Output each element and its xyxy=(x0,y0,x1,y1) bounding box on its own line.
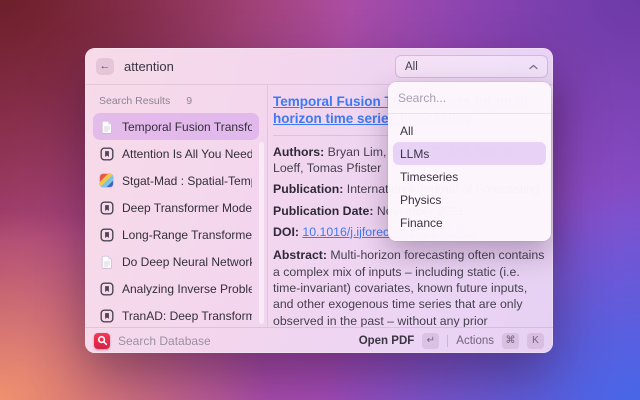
filter-dropdown-trigger[interactable]: All xyxy=(395,55,548,78)
return-key-badge: ↵ xyxy=(422,333,439,349)
result-item[interactable]: Deep Transformer Models for Ti... xyxy=(93,194,259,221)
back-button[interactable]: ← xyxy=(96,58,114,75)
result-item[interactable]: Temporal Fusion Transformers f... xyxy=(93,113,259,140)
back-arrow-icon: ← xyxy=(100,60,111,72)
result-item[interactable]: Stgat-Mad : Spatial-Temporal Gr... xyxy=(93,167,259,194)
result-item[interactable]: Long-Range Transformers for D... xyxy=(93,221,259,248)
filter-search-input[interactable] xyxy=(388,82,551,114)
search-query-text: attention xyxy=(124,59,174,74)
result-item[interactable]: Do Deep Neural Networks Contr... xyxy=(93,248,259,275)
result-item[interactable]: Analyzing Inverse Problems with... xyxy=(93,275,259,302)
bookmark-icon xyxy=(100,201,114,215)
publication-date-label: Publication Date: xyxy=(273,204,373,218)
filter-dropdown-panel: AllLLMsTimeseriesPhysicsFinanceAnomaly xyxy=(388,82,551,241)
filter-option-finance[interactable]: Finance xyxy=(393,211,546,234)
chevron-up-icon xyxy=(529,64,538,70)
abstract-row: Abstract: Multi-horizon forecasting ofte… xyxy=(273,247,545,327)
filter-option-anomaly[interactable]: Anomaly xyxy=(393,234,546,241)
publication-label: Publication: xyxy=(273,182,343,196)
document-icon xyxy=(100,120,114,134)
results-section-header: Search Results 9 xyxy=(93,90,259,113)
result-item-title: TranAD: Deep Transformer Net... xyxy=(122,309,252,323)
result-item-title: Deep Transformer Models for Ti... xyxy=(122,201,252,215)
bookmark-icon xyxy=(100,282,114,296)
search-database-input[interactable] xyxy=(118,334,351,348)
result-item[interactable]: TranAD: Deep Transformer Net... xyxy=(93,302,259,327)
search-app-icon xyxy=(94,333,110,349)
result-item-title: Stgat-Mad : Spatial-Temporal Gr... xyxy=(122,174,252,188)
filter-option-llms[interactable]: LLMs xyxy=(393,142,546,165)
cmd-key-badge: ⌘ xyxy=(502,333,519,349)
result-item-title: Analyzing Inverse Problems with... xyxy=(122,282,252,296)
thumbnail-icon xyxy=(100,174,113,187)
k-key-badge: K xyxy=(527,333,544,349)
authors-label: Authors: xyxy=(273,145,324,159)
result-item-title: Temporal Fusion Transformers f... xyxy=(122,120,252,134)
magnifier-icon xyxy=(97,335,108,346)
filter-option-all[interactable]: All xyxy=(393,119,546,142)
footer-divider xyxy=(447,335,448,347)
doi-label: DOI: xyxy=(273,225,299,239)
command-bar: Open PDF ↵ Actions ⌘ K xyxy=(85,327,553,353)
results-count: 9 xyxy=(186,95,192,107)
result-item[interactable]: Attention Is All You Need xyxy=(93,140,259,167)
document-icon xyxy=(100,255,114,269)
bookmark-icon xyxy=(100,147,114,161)
result-item-title: Long-Range Transformers for D... xyxy=(122,228,252,242)
filter-option-physics[interactable]: Physics xyxy=(393,188,546,211)
window-header: ← attention All xyxy=(85,48,553,85)
result-item-title: Attention Is All You Need xyxy=(122,147,252,161)
bookmark-icon xyxy=(100,228,114,242)
open-pdf-action[interactable]: Open PDF xyxy=(359,335,415,347)
filter-options-list: AllLLMsTimeseriesPhysicsFinanceAnomaly xyxy=(388,114,551,241)
launcher-window: ← attention All Search Results 9 Tempora… xyxy=(85,48,553,353)
results-section-label: Search Results xyxy=(99,95,170,107)
bookmark-icon xyxy=(100,309,114,323)
results-panel: Search Results 9 Temporal Fusion Transfo… xyxy=(85,85,268,327)
filter-selected-value: All xyxy=(405,61,418,73)
abstract-label: Abstract: xyxy=(273,248,327,262)
list-scrollbar[interactable] xyxy=(259,142,264,324)
filter-option-timeseries[interactable]: Timeseries xyxy=(393,165,546,188)
results-list: Temporal Fusion Transformers f... Attenti… xyxy=(93,113,259,327)
result-item-title: Do Deep Neural Networks Contr... xyxy=(122,255,252,269)
actions-menu-button[interactable]: Actions xyxy=(456,335,494,347)
